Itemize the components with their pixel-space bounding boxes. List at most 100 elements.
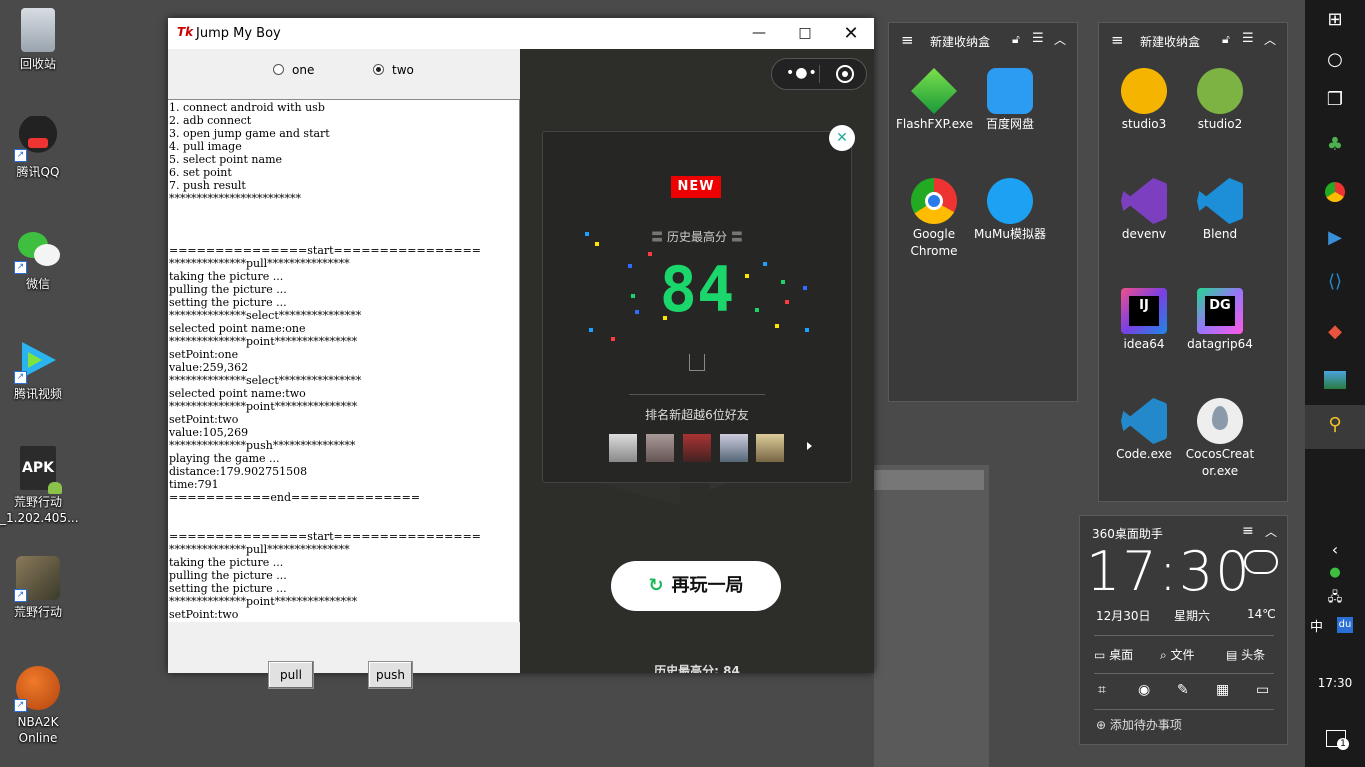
dock-item-studio3[interactable]: studio3 <box>1106 68 1182 133</box>
collapse-icon[interactable]: ︿ <box>1054 31 1066 48</box>
pull-button[interactable]: pull <box>268 661 314 689</box>
blend-icon <box>1197 178 1243 224</box>
link-files[interactable]: ⌕ 文件 <box>1160 646 1195 663</box>
mini-program-capsule: •●• <box>771 58 867 90</box>
add-todo[interactable]: ⊕ 添加待办事项 <box>1096 716 1182 733</box>
best-score-text: 历史最高分 <box>666 230 727 244</box>
desktop-icon-label: 腾讯视频 <box>13 387 62 401</box>
exit-circle-icon[interactable] <box>836 65 854 83</box>
lock-icon[interactable]: 🔓︎ <box>1222 32 1230 47</box>
crop-icon[interactable]: ⌗ <box>1098 682 1106 698</box>
dock-item-idea64[interactable]: IJ idea64 <box>1106 288 1182 353</box>
confetti-dot <box>785 300 789 304</box>
mumu-icon <box>987 178 1033 224</box>
share-icon[interactable] <box>689 354 705 371</box>
python-app-icon[interactable]: ⚲ <box>1305 405 1365 449</box>
taskbar-clock[interactable]: 17:30 <box>1305 676 1365 690</box>
cortana-circle-icon[interactable]: ○ <box>1305 40 1365 80</box>
desktop-icon-nba2k[interactable]: ↗ NBA2K Online <box>0 666 76 746</box>
game-view[interactable]: •●• NEW 〓 历史最高分 〓 84 排名新超越6位好友 ✕ ↻ 再玩一局 … <box>520 49 874 673</box>
widget-weekday: 星期六 <box>1174 609 1211 623</box>
lock-icon[interactable]: 🔓︎ <box>1012 32 1020 47</box>
collapse-icon[interactable]: ︿ <box>1264 31 1276 48</box>
window-icon[interactable]: ▭ <box>1256 682 1269 698</box>
new-badge: NEW <box>671 176 721 198</box>
menu-icon[interactable]: ≡ <box>1242 523 1254 539</box>
link-desktop[interactable]: ▭ 桌面 <box>1094 646 1133 663</box>
eye-icon[interactable]: ◉ <box>1138 682 1150 698</box>
apk-icon: APK <box>20 446 62 494</box>
dock-item-devenv[interactable]: devenv <box>1106 178 1182 243</box>
desktop-icon-tencent-video[interactable]: ↗ 腾讯视频 <box>0 338 76 402</box>
menu-icon[interactable]: ≡ <box>1111 31 1124 49</box>
confetti-dot <box>611 337 615 341</box>
desktop-icon-recycle-bin[interactable]: 回收站 <box>0 8 76 72</box>
git-app-icon[interactable]: ◆ <box>1305 312 1365 352</box>
push-button[interactable]: push <box>368 661 413 689</box>
maximize-button[interactable]: □ <box>782 18 828 49</box>
dock-item-datagrip64[interactable]: DG datagrip64 <box>1182 288 1258 353</box>
confetti-dot <box>755 308 759 312</box>
refresh-icon: ↻ <box>648 575 664 596</box>
widget-clock: 17:30 <box>1086 540 1252 603</box>
chrome-taskbar-icon[interactable] <box>1305 172 1365 212</box>
rank-text: 排名新超越6位好友 <box>645 408 749 422</box>
play-again-button[interactable]: ↻ 再玩一局 <box>611 561 781 611</box>
network-icon[interactable]: 🖧︎ <box>1305 578 1365 618</box>
dock-item-vscode[interactable]: Code.exe <box>1106 398 1182 463</box>
desktop-icon-qq[interactable]: ↗ 腾讯QQ <box>0 116 76 180</box>
dock-item-blend[interactable]: Blend <box>1182 178 1258 243</box>
dock-item-flashfxp[interactable]: FlashFXP.exe <box>896 68 973 133</box>
friend-avatar <box>720 434 748 462</box>
radio-two[interactable]: two <box>373 63 414 77</box>
clover-app-icon[interactable]: ♣ <box>1305 125 1365 165</box>
vscode-icon <box>1121 398 1167 444</box>
list-icon[interactable]: ☰ <box>1032 31 1044 46</box>
collapse-icon[interactable]: ︿ <box>1265 523 1277 540</box>
desktop-icon-label: NBA2K Online <box>17 715 59 745</box>
task-view-icon[interactable]: ❐ <box>1305 80 1365 120</box>
window-title: Jump My Boy <box>196 26 281 41</box>
link-headlines[interactable]: ▤ 头条 <box>1226 646 1265 663</box>
more-dots-icon[interactable]: •●• <box>786 65 818 81</box>
list-icon[interactable]: ☰ <box>1242 31 1254 46</box>
desktop-icon-knives-out[interactable]: ↗ 荒野行动 <box>0 556 76 620</box>
calculator-icon[interactable]: ▦ <box>1216 682 1229 698</box>
dock-item-label: Google Chrome <box>910 227 958 258</box>
storage-box-title: 新建收纳盒 <box>930 35 991 49</box>
dock-item-cocos[interactable]: CocosCreat or.exe <box>1182 398 1258 480</box>
close-button[interactable]: ✕ <box>828 18 874 49</box>
dock-item-label: datagrip64 <box>1187 337 1253 351</box>
notification-icon[interactable]: 1 <box>1326 730 1349 750</box>
widget-divider <box>1094 709 1274 710</box>
start-windows-icon[interactable]: ⊞ <box>1305 0 1365 40</box>
link-label: 文件 <box>1170 648 1195 662</box>
storage-box-1: ≡ 新建收纳盒 🔓︎ ☰ ︿ FlashFXP.exe 百度网盘 Google … <box>888 22 1078 402</box>
photos-icon[interactable] <box>1305 360 1365 400</box>
dock-item-baidu-netdisk[interactable]: 百度网盘 <box>972 68 1048 133</box>
baidu-ime-icon[interactable]: du <box>1337 617 1353 633</box>
recycle-bin-icon <box>21 8 55 52</box>
note-icon[interactable]: ✎ <box>1177 682 1189 698</box>
storage-box-header: ≡ 新建收纳盒 🔓︎ ☰ ︿ <box>1099 23 1287 57</box>
desktop-icon-wechat[interactable]: ↗ 微信 <box>0 228 76 292</box>
ime-indicator[interactable]: 中 <box>1310 616 1323 635</box>
confetti-dot <box>595 242 599 246</box>
friend-avatar <box>683 434 711 462</box>
confetti-dot <box>635 310 639 314</box>
log-console[interactable]: 1. connect android with usb 2. adb conne… <box>168 99 520 622</box>
close-card-icon[interactable]: ✕ <box>829 125 855 151</box>
next-arrow-icon[interactable] <box>807 442 812 450</box>
dock-item-studio2[interactable]: studio2 <box>1182 68 1258 133</box>
intellij-icon: IJ <box>1121 288 1167 334</box>
radio-one[interactable]: one <box>273 63 314 77</box>
minimize-button[interactable]: — <box>736 18 782 49</box>
window-titlebar[interactable]: Tk Jump My Boy — □ ✕ <box>168 18 874 49</box>
menu-icon[interactable]: ≡ <box>901 31 914 49</box>
dock-item-chrome[interactable]: Google Chrome <box>896 178 972 260</box>
vscode-taskbar-icon[interactable]: ⟨⟩ <box>1305 262 1365 302</box>
desktop-icon-apk[interactable]: APK 荒野行动 _1.202.405... <box>0 446 79 526</box>
dock-item-mumu[interactable]: MuMu模拟器 <box>972 178 1048 243</box>
powershell-icon[interactable]: ▶ <box>1305 218 1365 258</box>
dock-item-label: MuMu模拟器 <box>974 227 1046 241</box>
